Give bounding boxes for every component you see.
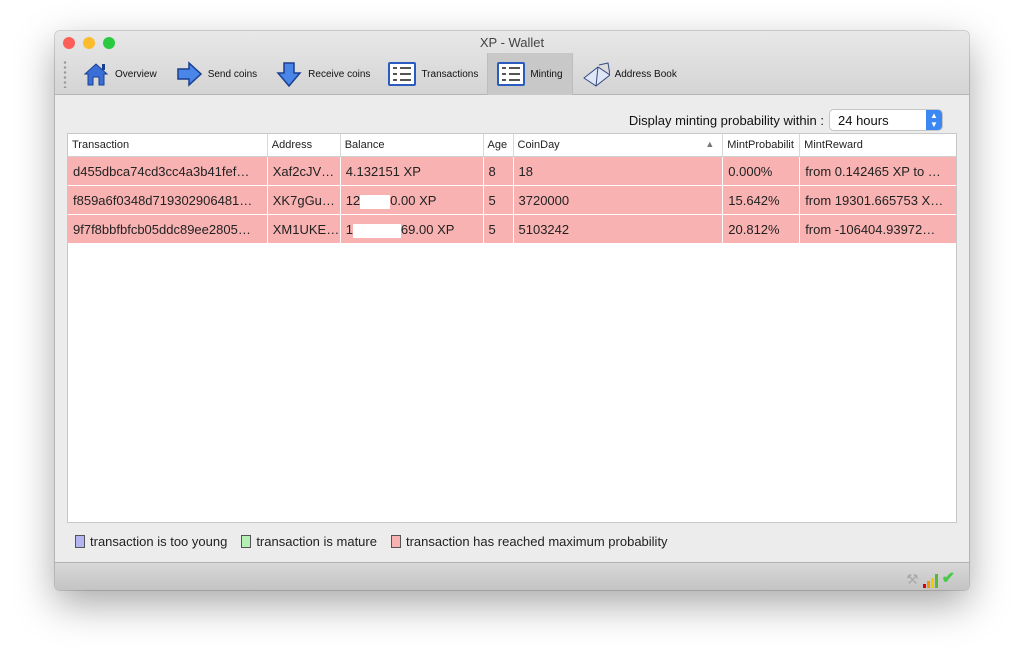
legend-item-mature: transaction is mature <box>241 534 377 549</box>
window-title: XP - Wallet <box>479 35 545 50</box>
header-coinday[interactable]: CoinDay ▲ <box>514 134 724 156</box>
book-icon <box>582 61 610 87</box>
header-mint-reward[interactable]: MintReward <box>800 134 956 156</box>
cell-transaction: 9f7f8bbfbfcb05ddc89ee2805… <box>68 215 268 243</box>
table-row[interactable]: d455dbca74cd3cc4a3b41fef… Xaf2cJV… 4.132… <box>68 157 956 186</box>
probability-select[interactable]: 24 hours ▲ ▼ <box>830 110 942 130</box>
wallet-window: XP - Wallet Overview Send coins Receive … <box>55 31 969 590</box>
header-label: CoinDay <box>517 139 560 151</box>
legend-swatch <box>390 535 401 548</box>
balance-part: 12 <box>345 193 361 208</box>
cell-mint-probability: 20.812% <box>723 215 801 243</box>
minting-table: Transaction Address Balance Age CoinDay ▲… <box>67 133 957 523</box>
cell-address: Xaf2cJV… <box>268 157 341 185</box>
cell-mint-probability: 0.000% <box>723 157 801 185</box>
tab-transactions[interactable]: Transactions <box>379 53 487 95</box>
redaction-box <box>360 194 391 209</box>
header-balance[interactable]: Balance <box>341 134 484 156</box>
tab-receive-coins[interactable]: Receive coins <box>266 53 379 95</box>
header-age[interactable]: Age <box>484 134 514 156</box>
cell-mint-reward: from 19301.665753 X… <box>805 193 944 208</box>
legend: transaction is too young transaction is … <box>75 534 682 549</box>
signal-icon[interactable] <box>922 574 938 588</box>
cell-balance: 12 0.00 XP <box>341 186 484 214</box>
toolbar-grip[interactable] <box>63 60 67 88</box>
tab-overview[interactable]: Overview <box>73 53 166 95</box>
cell-mint-probability: 15.642% <box>723 186 801 214</box>
cell-transaction: d455dbca74cd3cc4a3b41fef… <box>68 157 268 185</box>
toolbar: Overview Send coins Receive coins Transa… <box>63 53 686 95</box>
cell-transaction: f859a6f0348d719302906481… <box>68 186 268 214</box>
balance-part: 1 <box>345 222 353 237</box>
tab-label: Minting <box>530 68 563 80</box>
chevron-updown-icon: ▲ ▼ <box>926 110 942 130</box>
arrow-down-icon <box>275 61 303 87</box>
tab-label: Overview <box>115 68 157 80</box>
cell-mint-reward: from 0.142465 XP to … <box>805 164 941 179</box>
tab-address-book[interactable]: Address Book <box>573 53 686 95</box>
list-icon <box>497 61 526 87</box>
cell-coinday: 18 <box>514 157 724 185</box>
tab-minting[interactable]: Minting <box>487 53 573 95</box>
tab-label: Address Book <box>614 68 677 80</box>
legend-label: transaction is too young <box>90 534 228 549</box>
balance-part: 0.00 XP <box>390 193 437 208</box>
header-transaction[interactable]: Transaction <box>68 134 268 156</box>
cell-mint-reward: from -106404.93972… <box>805 222 936 237</box>
cell-balance: 4.132151 XP <box>341 157 484 185</box>
legend-label: transaction is mature <box>256 534 377 549</box>
legend-swatch <box>75 535 85 548</box>
synced-check-icon[interactable]: ✔ <box>942 568 955 588</box>
cell-age: 5 <box>484 215 514 243</box>
cell-balance: 1 69.00 XP <box>341 215 484 243</box>
tools-icon[interactable]: ⚒ <box>906 571 919 588</box>
cell-age: 5 <box>484 186 514 214</box>
cell-address: XM1UKE… <box>268 215 341 243</box>
tab-label: Receive coins <box>308 68 371 80</box>
cell-coinday: 5103242 <box>514 215 724 243</box>
cell-coinday: 3720000 <box>514 186 724 214</box>
home-icon <box>82 61 110 87</box>
status-bar: ⚒ ✔ <box>55 562 969 590</box>
header-mint-probability[interactable]: MintProbabilit <box>723 134 801 156</box>
tab-label: Send coins <box>207 68 258 80</box>
probability-label: Display minting probability within : <box>628 112 824 128</box>
minting-probability-control: Display minting probability within : 24 … <box>629 110 942 130</box>
legend-swatch <box>241 535 252 548</box>
table-header: Transaction Address Balance Age CoinDay ▲… <box>68 134 956 157</box>
balance-part: 4.132151 XP <box>345 164 421 179</box>
legend-label: transaction has reached maximum probabil… <box>405 534 668 549</box>
table-row[interactable]: f859a6f0348d719302906481… XK7gGu… 12 0.00… <box>68 186 956 215</box>
cell-age: 8 <box>484 157 514 185</box>
list-icon <box>388 61 417 87</box>
redaction-box <box>352 223 401 238</box>
cell-address: XK7gGu… <box>268 186 341 214</box>
title-bar: XP - Wallet Overview Send coins Receive … <box>55 31 969 95</box>
tab-send-coins[interactable]: Send coins <box>166 53 266 95</box>
header-address[interactable]: Address <box>268 134 341 156</box>
table-row[interactable]: 9f7f8bbfbfcb05ddc89ee2805… XM1UKE… 1 69.0… <box>68 215 956 244</box>
sort-ascending-icon: ▲ <box>705 139 715 149</box>
balance-part: 69.00 XP <box>400 222 455 237</box>
tab-label: Transactions <box>421 68 479 80</box>
probability-select-value: 24 hours <box>838 113 889 128</box>
legend-item-young: transaction is too young <box>75 534 227 549</box>
arrow-right-icon <box>175 61 203 87</box>
legend-item-max: transaction has reached maximum probabil… <box>390 534 668 549</box>
